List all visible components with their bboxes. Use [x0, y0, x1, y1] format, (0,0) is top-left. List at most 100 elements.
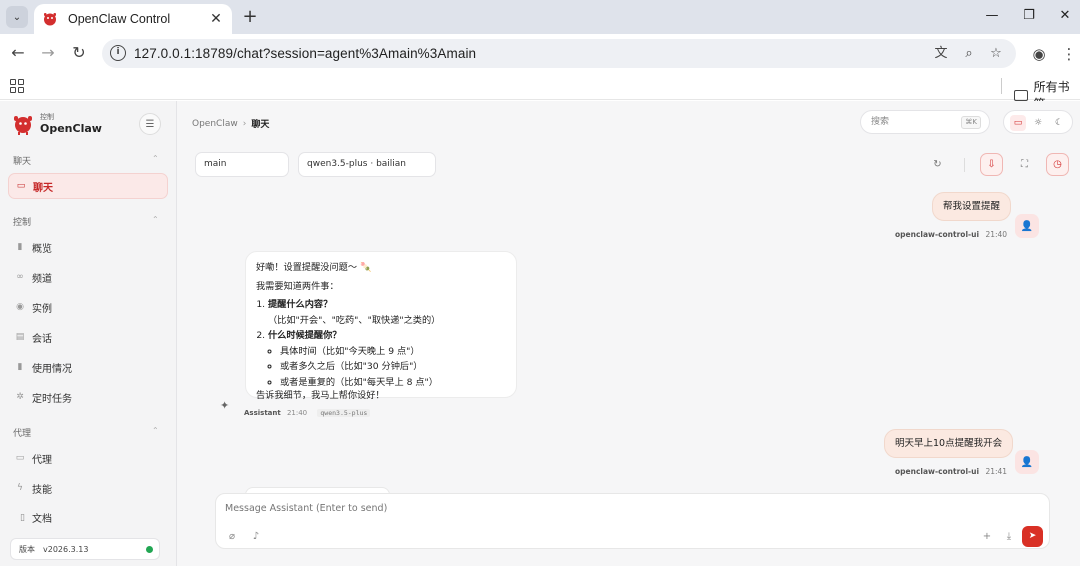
sidebar-toggle-button[interactable]: ☰ [139, 113, 161, 135]
app: 控制 OpenClaw ☰ 聊天 ⌃ ▭ 聊天 控制 ⌃ ▮ 概览 ∞ 频道 ◉… [0, 101, 1080, 566]
list-item: 或者多久之后（比如"30 分钟后"） [280, 359, 506, 375]
chevron-up-icon[interactable]: ⌃ [152, 426, 159, 435]
sidebar-item-agents[interactable]: ▭ 代理 [8, 445, 168, 471]
address-bar[interactable]: i 127.0.0.1:18789/chat?session=agent%3Am… [102, 39, 1016, 68]
sidebar-item-overview[interactable]: ▮ 概览 [8, 234, 168, 260]
forward-arrow-icon[interactable]: → [38, 43, 58, 63]
toolbar-divider [964, 158, 965, 172]
sidebar-item-label: 定时任务 [32, 393, 72, 405]
paperclip-icon[interactable]: ⌀ [225, 530, 239, 544]
radio-signal-icon: ◉ [16, 302, 24, 312]
profile-icon[interactable]: ◉ [1029, 44, 1049, 64]
model-select[interactable]: qwen3.5-plus · bailian [298, 152, 436, 177]
sidebar-item-cron[interactable]: ✲ 定时任务 [8, 384, 168, 410]
tab-search-chevron-icon[interactable]: ⌄ [6, 6, 28, 28]
window-close-icon[interactable]: ✕ [1055, 8, 1075, 23]
sidebar-item-label: 代理 [32, 454, 52, 466]
url-text[interactable]: 127.0.0.1:18789/chat?session=agent%3Amai… [134, 46, 476, 61]
user-message-bubble: 明天早上10点提醒我开会 [884, 429, 1014, 458]
sidebar-item-label: 概览 [32, 243, 52, 255]
tab-title: OpenClaw Control [68, 12, 171, 26]
plus-icon[interactable]: + [980, 530, 994, 544]
version-label: 版本 [19, 544, 35, 554]
send-button[interactable]: ➤ [1022, 526, 1043, 547]
section-agent: 代理 [13, 429, 32, 439]
microphone-icon[interactable]: ♪ [249, 530, 263, 544]
openclaw-logo-icon [14, 116, 32, 135]
bookmarks-bar: 所有书签 [0, 72, 1080, 111]
breadcrumb-root[interactable]: OpenClaw [192, 119, 238, 129]
shortcut-hint: ⌘K [961, 116, 981, 129]
clock-icon[interactable]: ◷ [1046, 153, 1069, 176]
download-icon[interactable]: ⤓ [1002, 530, 1016, 544]
bar-chart-icon: ▮ [17, 242, 23, 252]
bookmark-star-icon[interactable]: ☆ [987, 45, 1005, 63]
option-list: 具体时间（比如"今天晚上 9 点"） 或者多久之后（比如"30 分钟后"） 或者… [280, 344, 506, 391]
user-avatar-icon: 👤 [1015, 450, 1039, 474]
assistant-message-bubble: 好嘞！设置提醒没问题～ 🍡 我需要知道两件事： 提醒什么内容？ （比如"开会"、… [245, 251, 517, 401]
book-icon: ▯ [20, 512, 25, 523]
brand[interactable]: 控制 OpenClaw [12, 113, 102, 135]
browser-toolbar: ← → ↻ i 127.0.0.1:18789/chat?session=age… [0, 34, 1080, 72]
user-avatar-icon: 👤 [1015, 214, 1039, 238]
sidebar-item-label: 使用情况 [32, 363, 72, 375]
refresh-icon[interactable]: ↻ [926, 153, 949, 176]
docs-link[interactable]: ▯ 文档 [20, 510, 52, 526]
assistant-star-icon: ✦ [220, 399, 230, 412]
message-meta: Assistant 21:40 qwen3.5-plus [244, 409, 371, 417]
brand-name: OpenClaw [40, 122, 102, 135]
sidebar-item-label: 频道 [32, 273, 52, 285]
apps-grid-icon[interactable] [10, 79, 24, 93]
more-menu-icon[interactable]: ⋮ [1059, 44, 1079, 64]
chevron-right-icon: › [242, 118, 247, 129]
question-detail: （比如"开会"、"吃药"、"取快递"之类的） [268, 314, 441, 326]
message-time: 21:40 [985, 230, 1008, 239]
sidebar-item-instances[interactable]: ◉ 实例 [8, 294, 168, 320]
question-title: 提醒什么内容？ [268, 299, 333, 310]
version-badge: 版本 v2026.3.13 [10, 538, 160, 560]
new-tab-button[interactable]: + [240, 6, 260, 28]
monitor-icon[interactable]: ▭ [1010, 115, 1026, 131]
restore-icon[interactable]: ❐ [1019, 8, 1039, 23]
minimize-icon[interactable]: — [982, 8, 1002, 23]
translate-icon[interactable]: 文 [932, 45, 950, 63]
chevron-up-icon[interactable]: ⌃ [152, 215, 159, 224]
focus-scan-icon[interactable]: ⛶ [1013, 153, 1036, 176]
sidebar-item-channels[interactable]: ∞ 频道 [8, 264, 168, 290]
download-icon[interactable]: ⇩ [980, 153, 1003, 176]
folder-icon: ▭ [15, 453, 25, 463]
lightning-icon: ϟ [17, 483, 23, 493]
browser-tabstrip: ⌄ OpenClaw Control ✕ + — ❐ ✕ [0, 0, 1080, 34]
search-placeholder: 搜索 [871, 117, 890, 127]
back-arrow-icon[interactable]: ← [8, 43, 28, 63]
document-icon: ▤ [15, 332, 25, 342]
breadcrumb-current: 聊天 [251, 120, 270, 130]
close-icon[interactable]: ✕ [208, 11, 224, 27]
assistant-lead: 我需要知道两件事： [256, 280, 339, 292]
assistant-outro: 告诉我细节，我马上帮你设好！ [256, 390, 385, 401]
zoom-icon[interactable]: ⌕ [960, 45, 978, 63]
list-item: 提醒什么内容？ （比如"开会"、"吃药"、"取快递"之类的） [268, 297, 506, 328]
sidebar-item-skills[interactable]: ϟ 技能 [8, 475, 168, 501]
section-chat: 聊天 [13, 157, 32, 167]
chevron-up-icon[interactable]: ⌃ [152, 154, 159, 163]
assistant-intro: 好嘞！设置提醒没问题～ 🍡 [256, 262, 372, 273]
search-input[interactable]: 搜索 ⌘K [860, 110, 990, 134]
reload-icon[interactable]: ↻ [69, 43, 89, 63]
sun-icon[interactable]: ☼ [1030, 115, 1046, 131]
message-time: 21:40 [286, 409, 308, 417]
version-value: v2026.3.13 [43, 544, 89, 554]
sidebar-item-label: 技能 [32, 484, 52, 496]
sidebar-item-sessions[interactable]: ▤ 会话 [8, 324, 168, 350]
moon-icon[interactable]: ☾ [1051, 115, 1067, 131]
theme-switcher: ▭ ☼ ☾ [1003, 110, 1073, 134]
sidebar-item-chat[interactable]: ▭ 聊天 [8, 173, 168, 199]
browser-tab[interactable]: OpenClaw Control ✕ [34, 4, 232, 34]
message-input[interactable] [225, 503, 825, 514]
message-time: 21:41 [985, 467, 1008, 476]
sidebar-item-usage[interactable]: ▮ 使用情况 [8, 354, 168, 380]
session-select[interactable]: main [195, 152, 289, 177]
site-info-icon[interactable]: i [110, 45, 126, 61]
status-dot [146, 546, 153, 553]
bar-chart-icon: ▮ [17, 362, 23, 372]
